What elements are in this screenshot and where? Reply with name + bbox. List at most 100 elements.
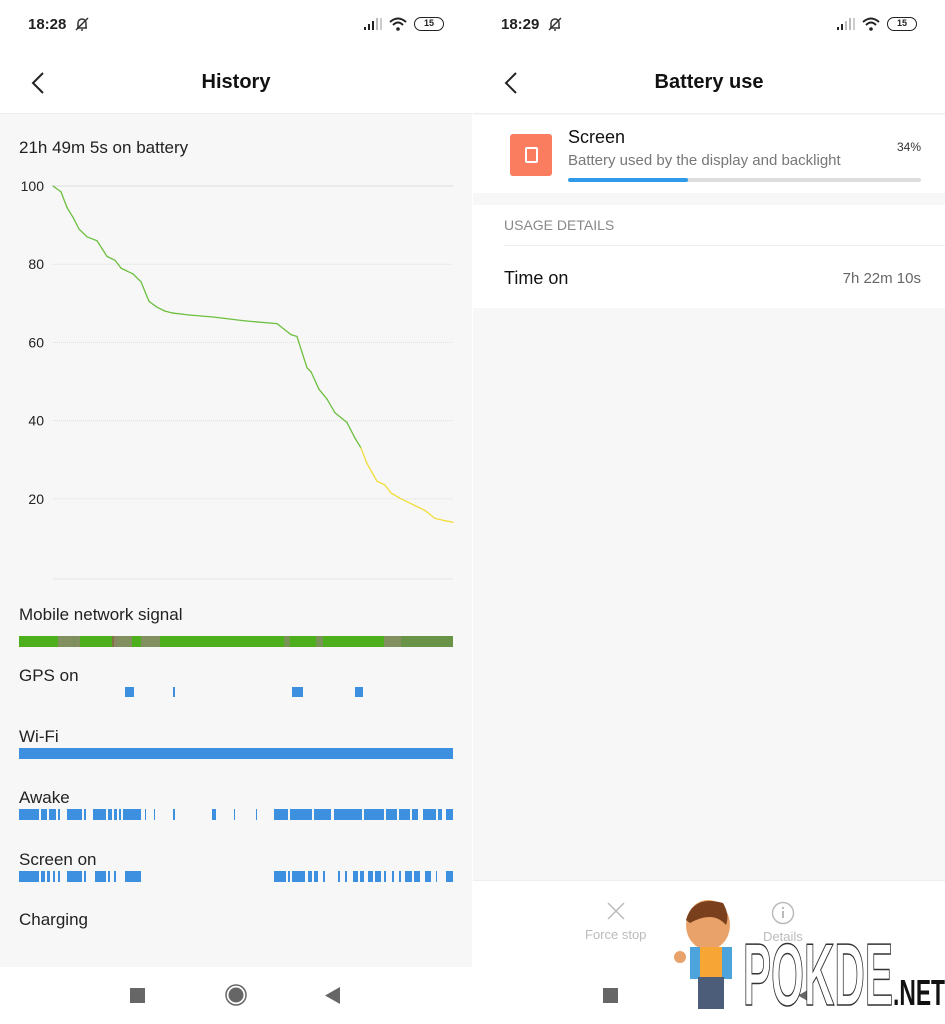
track-segment (435, 871, 438, 882)
track-segment (40, 871, 46, 882)
app-usage-item[interactable]: Screen Battery used by the display and b… (473, 115, 945, 193)
track-segment (400, 636, 453, 647)
recents-button[interactable] (603, 988, 618, 1003)
usage-progress-fill (568, 178, 689, 182)
usage-details-section: USAGE DETAILS Time on 7h 22m 10s (473, 205, 945, 308)
track-segment (58, 871, 60, 882)
track-bar (19, 871, 453, 882)
status-time: 18:29 (501, 16, 540, 33)
track-label: Charging (19, 910, 88, 929)
battery-line-segment (276, 322, 292, 336)
track-segment (114, 809, 117, 820)
track-segment (422, 809, 436, 820)
divider (504, 245, 945, 246)
battery-line-segment (244, 320, 278, 325)
track-segment (114, 871, 116, 882)
track-segment (359, 871, 365, 882)
track-segment (283, 636, 291, 647)
track-segment (255, 809, 258, 820)
track-segment (107, 871, 111, 882)
track-segment (290, 809, 312, 820)
track-segment (47, 871, 51, 882)
battery-use-screen: 18:29 15 Battery use Screen Battery used… (473, 0, 945, 1024)
battery-line-segment (86, 236, 98, 242)
battery-line-segment (354, 437, 362, 449)
track-segment (383, 636, 401, 647)
page-title: History (201, 71, 271, 93)
track-segment (125, 687, 134, 697)
track-segment (411, 809, 419, 820)
battery-line-segment (318, 388, 328, 400)
battery-line-segment (72, 216, 80, 230)
track-segment (437, 809, 443, 820)
track-segment (94, 871, 106, 882)
track-segment (413, 871, 421, 882)
track-label: Mobile network signal (19, 605, 183, 624)
track-segment (58, 636, 80, 647)
track-segment (368, 871, 373, 882)
cellular-signal-icon (364, 18, 382, 30)
track-segment (374, 871, 382, 882)
status-time: 18:28 (28, 16, 67, 33)
cellular-signal-icon (837, 18, 855, 30)
wifi-icon (862, 17, 880, 31)
watermark-suffix: .NET (893, 972, 945, 1013)
battery-line-segment (360, 447, 368, 465)
track-segment (84, 809, 87, 820)
track-segment (383, 871, 386, 882)
track-segment (274, 809, 289, 820)
status-bar: 18:29 15 (473, 0, 945, 52)
track-bar (19, 748, 453, 759)
track-segment (73, 636, 76, 647)
battery-line-segment (52, 185, 62, 193)
battery-line-segment (310, 371, 320, 390)
battery-line-segment (106, 255, 116, 261)
home-button[interactable] (225, 984, 247, 1006)
track-segment (337, 871, 341, 882)
track-segment (144, 809, 147, 820)
battery-line-segment (140, 281, 150, 302)
track-segment (58, 809, 60, 820)
battery-line-segment (96, 240, 108, 258)
track-segment (173, 809, 175, 820)
recents-button[interactable] (130, 988, 145, 1003)
battery-line-segment (400, 498, 410, 504)
track-label: Screen on (19, 850, 97, 869)
track-segment (66, 809, 82, 820)
close-icon (607, 902, 625, 920)
battery-line-segment (188, 314, 214, 318)
y-tick-label: 60 (28, 334, 44, 350)
battery-line-segment (326, 398, 336, 414)
force-stop-button[interactable]: Force stop (585, 901, 646, 942)
track-label: Wi-Fi (19, 727, 59, 746)
battery-line-segment (424, 509, 436, 520)
notifications-muted-icon (548, 17, 562, 31)
battery-indicator: 15 (414, 17, 444, 31)
section-header: USAGE DETAILS (504, 217, 615, 233)
track-label: GPS on (19, 666, 79, 685)
track-segment (398, 809, 410, 820)
track-segment (405, 871, 412, 882)
back-nav-button[interactable] (325, 987, 340, 1004)
track-segment (322, 871, 325, 882)
item-name: Screen (568, 127, 626, 147)
title-bar: Battery use (473, 52, 945, 114)
track-label: Awake (19, 788, 70, 807)
track-segment (274, 871, 286, 882)
battery-line-segment (78, 228, 88, 238)
track-segment (314, 871, 319, 882)
track-segment (123, 809, 141, 820)
page-title: Battery use (654, 71, 764, 93)
track-segment (66, 871, 82, 882)
title-bar: History (0, 52, 472, 114)
battery-line-segment (376, 480, 386, 486)
force-stop-label: Force stop (585, 927, 647, 942)
track-segment (314, 809, 332, 820)
battery-line-segment (408, 502, 418, 508)
track-segment (125, 871, 141, 882)
track-segment (292, 687, 304, 697)
battery-line-segment (66, 206, 74, 218)
track-segment (92, 809, 106, 820)
track-segment (316, 636, 323, 647)
track-bar (19, 636, 453, 647)
